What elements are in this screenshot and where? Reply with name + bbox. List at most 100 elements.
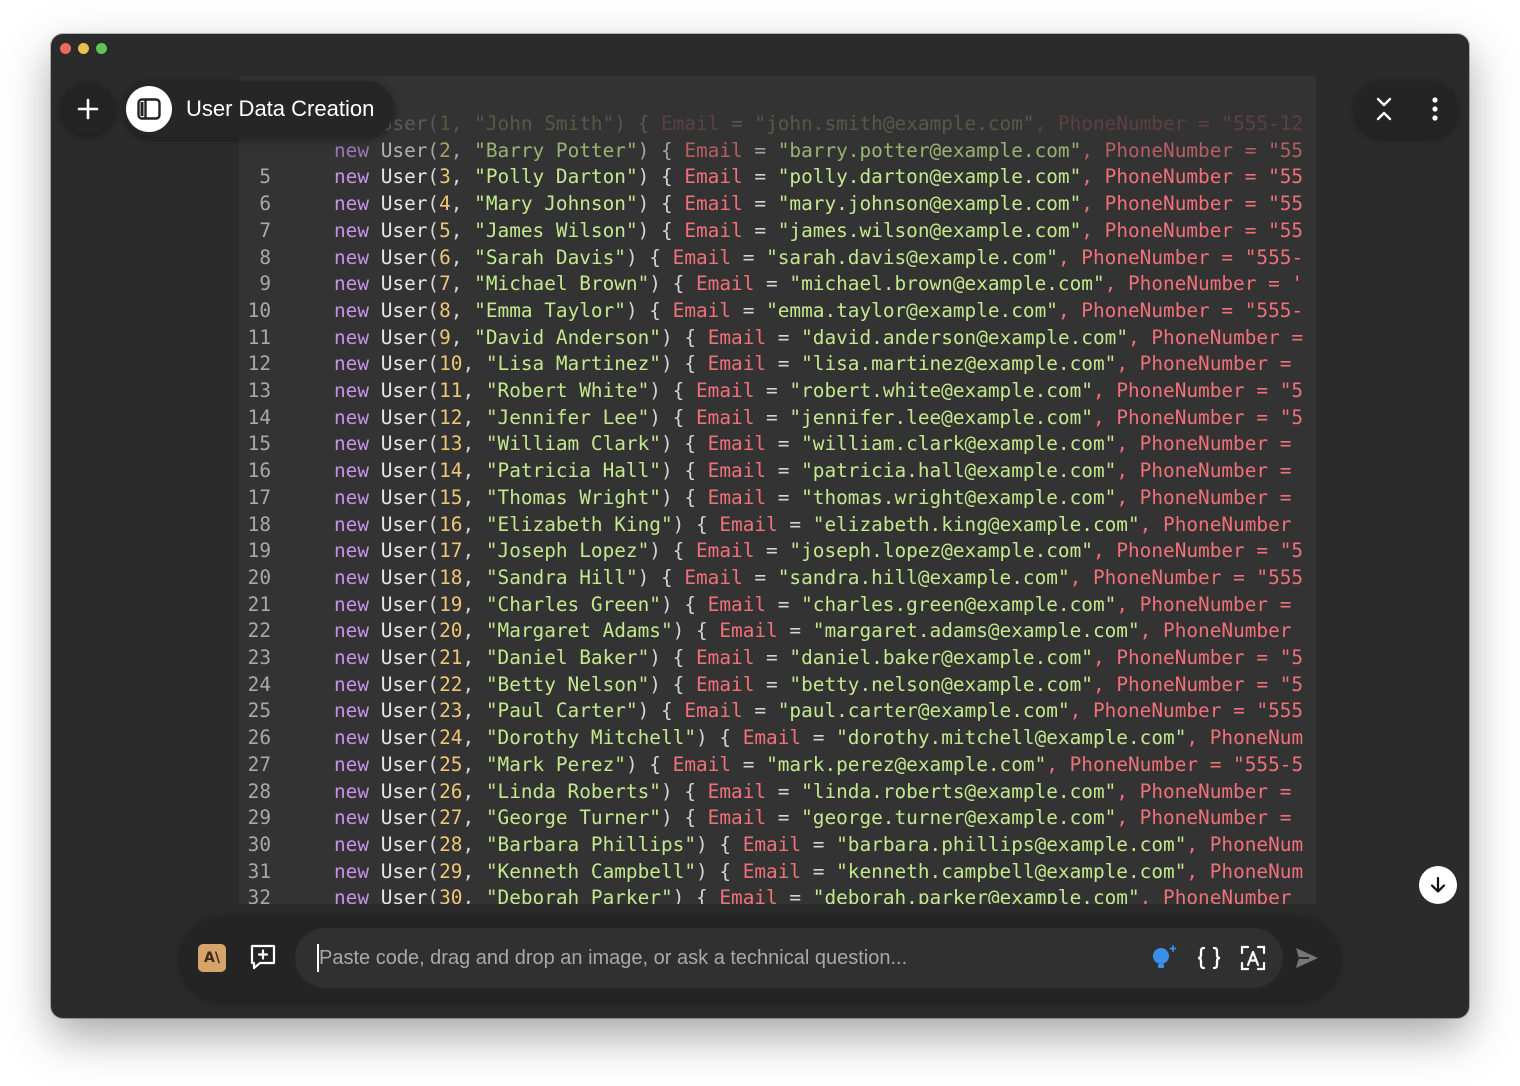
plus-icon xyxy=(77,98,99,120)
line-number: 32 xyxy=(247,886,271,904)
code-statement: new User(21, "Daniel Baker") { Email = "… xyxy=(334,646,1304,669)
line-number: 12 xyxy=(247,352,271,376)
insert-code-button[interactable] xyxy=(1195,944,1223,972)
code-statement: new User(14, "Patricia Hall") { Email = … xyxy=(334,459,1292,483)
user-id: 3 xyxy=(439,165,451,189)
new-chat-button[interactable] xyxy=(62,83,114,135)
user-name: Sandra Hill xyxy=(497,565,626,589)
new-conversation-button[interactable] xyxy=(248,942,278,977)
code-statement: new User(19, "Charles Green") { Email = … xyxy=(334,592,1292,616)
line-number: 19 xyxy=(247,539,271,563)
user-name: Paul Carter xyxy=(497,699,626,723)
code-tail: , PhoneNumber = "555- xyxy=(1057,298,1304,322)
user-id: 9 xyxy=(439,325,451,349)
user-name: Barbara Phillips xyxy=(497,832,685,856)
user-name: Michael Brown xyxy=(485,272,638,296)
user-id: 13 xyxy=(439,432,463,456)
code-statement: new User(7, "Michael Brown") { Email = "… xyxy=(334,272,1304,296)
code-statement: new User(17, "Joseph Lopez") { Email = "… xyxy=(334,539,1304,563)
code-tail: , PhoneNumber = ' xyxy=(1104,272,1304,296)
line-number: 15 xyxy=(247,432,271,456)
user-name: Mark Perez xyxy=(497,752,615,776)
line-number: 23 xyxy=(247,646,271,669)
user-id: 29 xyxy=(439,859,463,883)
user-name: David Anderson xyxy=(485,325,650,349)
user-id: 21 xyxy=(439,646,463,669)
user-id: 10 xyxy=(439,352,463,376)
suggestions-button[interactable] xyxy=(1149,943,1179,973)
code-statement: new User(5, "James Wilson") { Email = "j… xyxy=(334,218,1304,242)
collapse-button[interactable] xyxy=(1373,96,1395,122)
ocr-button[interactable] xyxy=(1239,944,1267,972)
user-email: linda.roberts@example.com xyxy=(812,779,1105,803)
code-statement: new User(9, "David Anderson") { Email = … xyxy=(334,325,1304,349)
user-id: 5 xyxy=(439,218,451,242)
user-email: joseph.lopez@example.com xyxy=(801,539,1082,563)
composer-bar: A\ xyxy=(181,916,1339,1000)
user-id: 4 xyxy=(439,192,451,216)
user-name: Thomas Wright xyxy=(497,485,650,509)
scroll-to-bottom-button[interactable] xyxy=(1419,866,1457,904)
user-id: 20 xyxy=(439,619,463,643)
code-statement: new User(6, "Sarah Davis") { Email = "sa… xyxy=(334,245,1304,269)
line-number: 18 xyxy=(247,512,271,536)
text-recognition-icon xyxy=(1240,945,1266,971)
maximize-window-button[interactable] xyxy=(96,43,107,54)
minimize-window-button[interactable] xyxy=(78,43,89,54)
user-name: Daniel Baker xyxy=(497,646,638,669)
user-email: polly.darton@example.com xyxy=(789,165,1070,189)
user-email: jennifer.lee@example.com xyxy=(801,405,1082,429)
line-number: 16 xyxy=(247,459,271,483)
input-actions xyxy=(1149,943,1267,973)
line-number: 20 xyxy=(247,565,271,589)
user-id: 18 xyxy=(439,565,463,589)
chat-plus-icon xyxy=(250,944,276,970)
code-tail: , PhoneNumber = "55 xyxy=(1081,192,1304,216)
user-name: Charles Green xyxy=(497,592,650,616)
code-tail: , PhoneNumber xyxy=(1139,512,1292,536)
user-id: 22 xyxy=(439,672,463,696)
code-tail: , PhoneNumber = "55 xyxy=(1081,218,1304,242)
line-number: 5 xyxy=(259,165,271,189)
message-input-wrapper xyxy=(295,928,1283,988)
user-name: Sarah Davis xyxy=(485,245,615,269)
message-input[interactable] xyxy=(317,945,1149,971)
code-statement: new User(27, "George Turner") { Email = … xyxy=(334,806,1292,830)
line-number: 10 xyxy=(247,298,271,322)
user-name: Dorothy Mitchell xyxy=(497,726,685,750)
code-statement: new User(11, "Robert White") { Email = "… xyxy=(334,379,1304,402)
window-controls xyxy=(60,43,107,54)
user-email: sandra.hill@example.com xyxy=(789,565,1058,589)
user-email: barbara.phillips@example.com xyxy=(847,832,1175,856)
line-number: 8 xyxy=(259,245,271,269)
line-number: 29 xyxy=(247,806,271,830)
user-email: betty.nelson@example.com xyxy=(801,672,1082,696)
code-tail: , PhoneNumber xyxy=(1139,886,1292,904)
user-id: 7 xyxy=(439,272,451,296)
user-name: Jennifer Lee xyxy=(497,405,638,429)
user-id: 23 xyxy=(439,699,463,723)
lightbulb-icon xyxy=(1153,945,1177,968)
user-email: lisa.martinez@example.com xyxy=(812,352,1105,376)
collapse-icon xyxy=(1376,97,1392,121)
braces-icon xyxy=(1197,946,1221,970)
close-window-button[interactable] xyxy=(60,43,71,54)
code-statement: new User(30, "Deborah Parker") { Email =… xyxy=(334,885,1291,904)
send-button[interactable] xyxy=(1293,944,1321,977)
chat-header: User Data Creation xyxy=(62,81,395,137)
user-id: 19 xyxy=(439,592,463,616)
user-id: 6 xyxy=(439,245,451,269)
more-options-button[interactable] xyxy=(1431,96,1439,122)
code-tail: , PhoneNumber = "555-12 xyxy=(1034,112,1304,135)
line-number: 24 xyxy=(247,672,271,696)
user-email: william.clark@example.com xyxy=(812,432,1105,456)
line-number: 30 xyxy=(247,832,271,856)
code-statement: new User(10, "Lisa Martinez") { Email = … xyxy=(334,352,1292,376)
model-badge[interactable]: A\ xyxy=(198,944,226,972)
user-id: 25 xyxy=(439,752,463,776)
user-id: 26 xyxy=(439,779,463,803)
sidebar-toggle-button[interactable] xyxy=(126,86,172,132)
more-vertical-icon xyxy=(1432,97,1438,121)
chat-title: User Data Creation xyxy=(186,96,375,121)
user-name: George Turner xyxy=(497,806,650,830)
